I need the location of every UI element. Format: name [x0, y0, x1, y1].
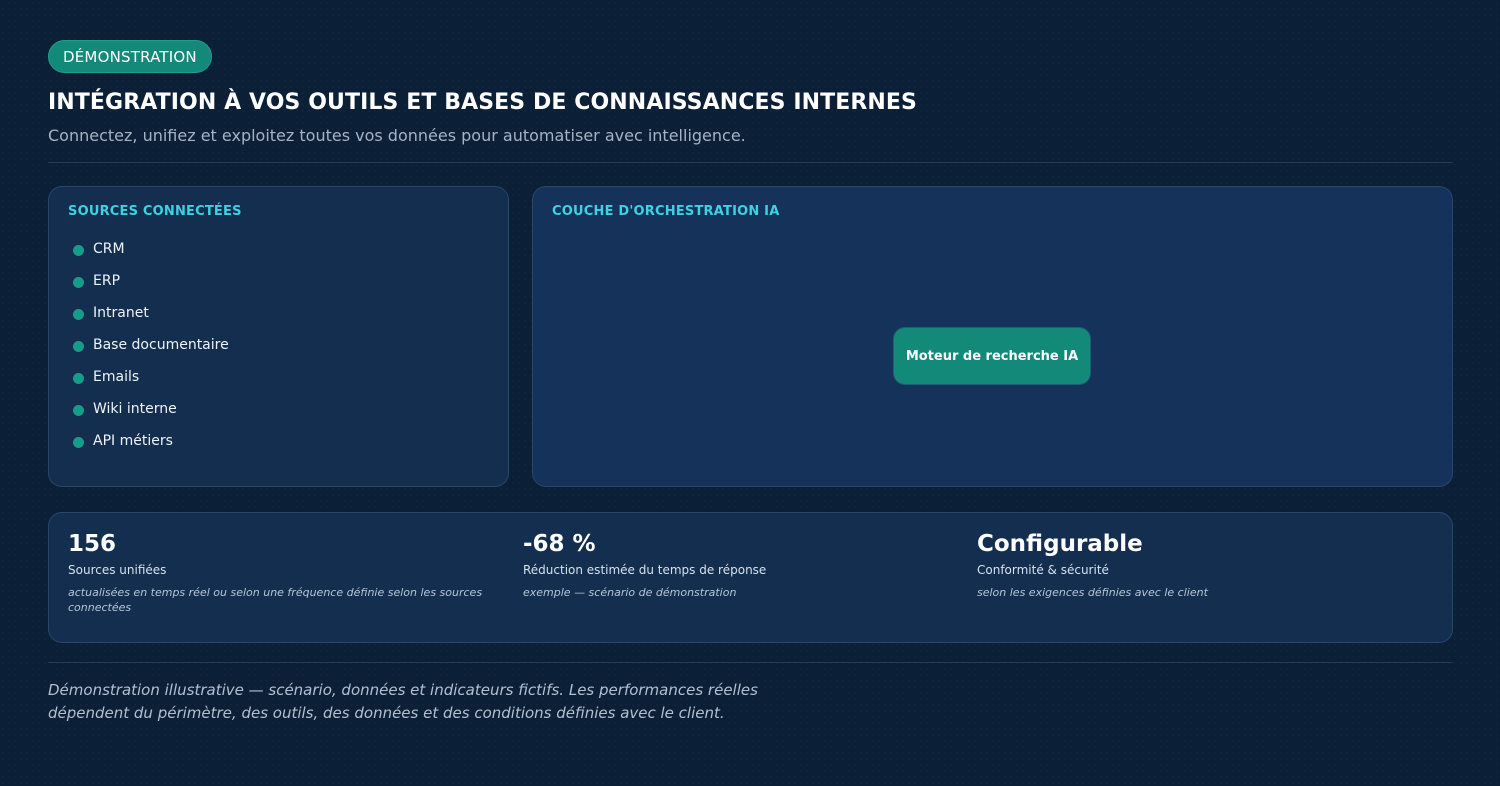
- stat-label: Sources unifiées: [68, 563, 167, 577]
- footer-divider: [48, 662, 1453, 663]
- bullet-dot-icon: [73, 341, 84, 352]
- stat-value: -68 %: [523, 531, 596, 557]
- bullet-dot-icon: [73, 405, 84, 416]
- sources-panel: SOURCES CONNECTÉES CRM ERP Intranet Base…: [48, 186, 509, 487]
- page-title: INTÉGRATION À VOS OUTILS ET BASES DE CON…: [48, 90, 918, 115]
- sources-list: CRM ERP Intranet Base documentaire Email…: [73, 241, 229, 465]
- stat-value: Configurable: [977, 531, 1143, 557]
- bullet-dot-icon: [73, 437, 84, 448]
- list-item: Base documentaire: [73, 337, 229, 369]
- header-divider: [48, 162, 1453, 163]
- source-label: CRM: [93, 241, 125, 257]
- orchestration-panel-label: COUCHE D'ORCHESTRATION IA: [552, 204, 780, 219]
- disclaimer-text: Démonstration illustrative — scénario, d…: [48, 681, 758, 722]
- stat-sources: 156 Sources unifiées actualisées en temp…: [68, 531, 488, 615]
- bullet-dot-icon: [73, 245, 84, 256]
- list-item: ERP: [73, 273, 229, 305]
- list-item: Wiki interne: [73, 401, 229, 433]
- list-item: CRM: [73, 241, 229, 273]
- bullet-dot-icon: [73, 277, 84, 288]
- stat-note: selon les exigences définies avec le cli…: [977, 586, 1208, 599]
- stat-label: Conformité & sécurité: [977, 563, 1109, 577]
- list-item: Intranet: [73, 305, 229, 337]
- source-label: API métiers: [93, 433, 173, 449]
- stat-response-time: -68 % Réduction estimée du temps de répo…: [523, 531, 943, 600]
- stats-panel: 156 Sources unifiées actualisées en temp…: [48, 512, 1453, 643]
- source-label: Wiki interne: [93, 401, 177, 417]
- stat-note: exemple — scénario de démonstration: [523, 586, 737, 599]
- source-label: ERP: [93, 273, 121, 289]
- stat-label: Réduction estimée du temps de réponse: [523, 563, 767, 577]
- demo-badge: DÉMONSTRATION: [48, 40, 212, 73]
- ai-search-engine-button[interactable]: Moteur de recherche IA: [893, 327, 1091, 385]
- stat-compliance: Configurable Conformité & sécurité selon…: [977, 531, 1397, 600]
- stat-value: 156: [68, 531, 117, 557]
- list-item: API métiers: [73, 433, 229, 465]
- list-item: Emails: [73, 369, 229, 401]
- source-label: Emails: [93, 369, 140, 385]
- source-label: Base documentaire: [93, 337, 229, 353]
- bullet-dot-icon: [73, 373, 84, 384]
- sources-panel-label: SOURCES CONNECTÉES: [68, 204, 242, 219]
- source-label: Intranet: [93, 305, 149, 321]
- page-subtitle: Connectez, unifiez et exploitez toutes v…: [48, 126, 746, 145]
- orchestration-panel: COUCHE D'ORCHESTRATION IA Moteur de rech…: [532, 186, 1453, 487]
- stat-note: actualisées en temps réel ou selon une f…: [68, 586, 483, 614]
- bullet-dot-icon: [73, 309, 84, 320]
